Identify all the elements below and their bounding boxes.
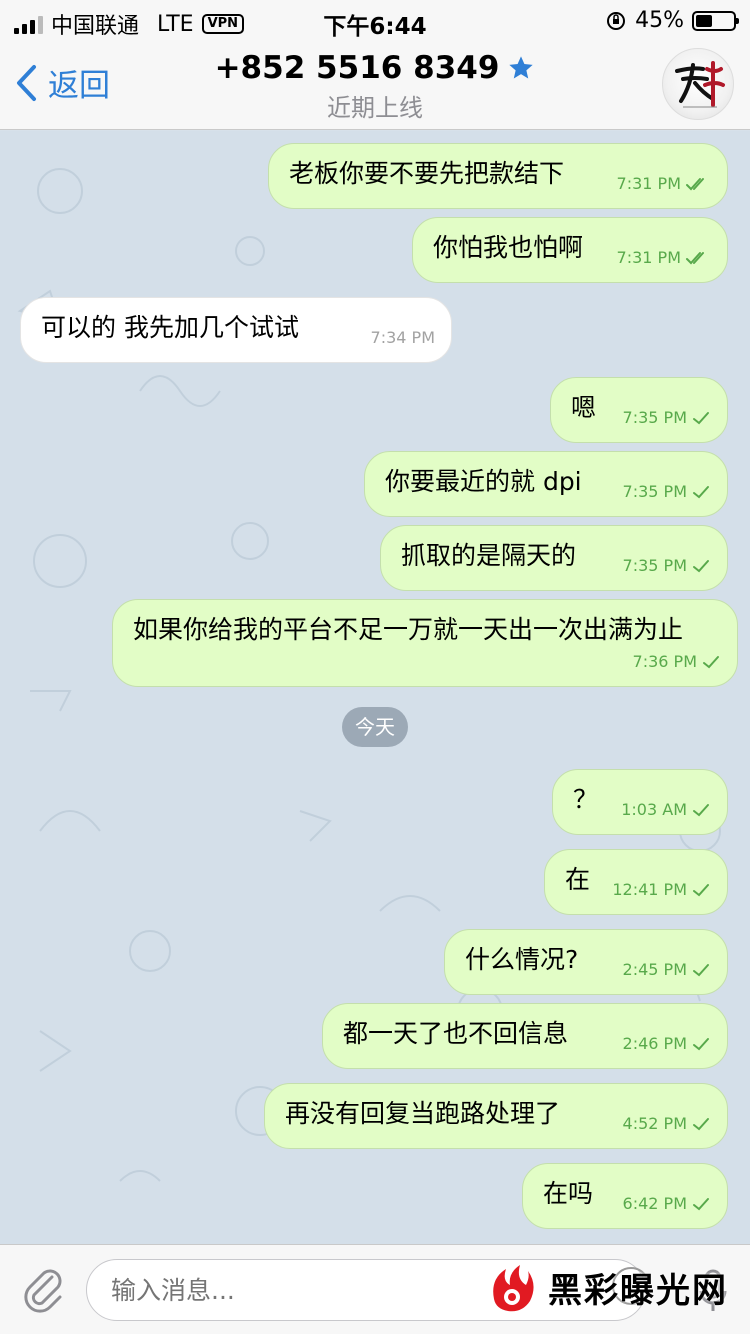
- message-text: 再没有回复当跑路处理了: [285, 1099, 561, 1128]
- message-meta: 4:52 PM: [623, 1108, 711, 1140]
- watermark-text: 黑彩曝光网: [548, 1270, 728, 1311]
- avatar[interactable]: [662, 48, 734, 120]
- outgoing-message[interactable]: 再没有回复当跑路处理了 4:52 PM: [264, 1083, 728, 1149]
- chat-area[interactable]: 老板你要不要先把款结下 7:31 PM 你怕我也怕啊 7:31 PM 可以的 我先加几个…: [0, 131, 750, 1244]
- message-meta: 2:46 PM: [623, 1028, 711, 1060]
- message-meta: 7:35 PM: [623, 402, 711, 434]
- message-text: ？: [573, 785, 599, 814]
- paperclip-icon[interactable]: [22, 1267, 66, 1313]
- outgoing-message[interactable]: 抓取的是隔天的 7:35 PM: [380, 525, 728, 591]
- check-icon: [693, 1198, 709, 1211]
- check-icon: [693, 804, 709, 817]
- watermark: 黑彩曝光网: [484, 1259, 728, 1315]
- outgoing-message[interactable]: 老板你要不要先把款结下 7:31 PM: [268, 143, 728, 209]
- message-time: 4:52 PM: [622, 1114, 687, 1133]
- message-text: 在: [565, 865, 591, 894]
- watermark-logo-icon: [493, 1265, 534, 1312]
- message-meta: 7:31 PM: [617, 242, 711, 274]
- message-time: 2:46 PM: [622, 1034, 687, 1053]
- outgoing-message[interactable]: 都一天了也不回信息 2:46 PM: [322, 1003, 728, 1069]
- message-time: 7:36 PM: [632, 652, 697, 671]
- message-meta: 7:36 PM: [633, 646, 721, 678]
- message-time: 7:34 PM: [370, 328, 435, 347]
- message-text: 什么情况?: [465, 945, 579, 974]
- message-meta: 6:42 PM: [623, 1188, 711, 1220]
- outgoing-message[interactable]: 你要最近的就 dpi 7:35 PM: [364, 451, 728, 517]
- check-icon: [693, 560, 709, 573]
- message-text: 你怕我也怕啊: [433, 233, 584, 262]
- outgoing-message[interactable]: 如果你给我的平台不足一万就一天出一次出满为止 7:36 PM: [112, 599, 738, 687]
- outgoing-message[interactable]: 什么情况? 2:45 PM: [444, 929, 728, 995]
- status-bar: 中国联通 LTE VPN 下午6:44 45%: [0, 0, 750, 40]
- nav-bar: 返回 +852 5516 8349 近期上线: [0, 40, 750, 130]
- incoming-message[interactable]: 可以的 我先加几个试试 7:34 PM: [20, 297, 452, 363]
- message-text: 老板你要不要先把款结下: [289, 159, 565, 188]
- message-meta: 1:03 AM: [621, 794, 711, 826]
- message-meta: 12:41 PM: [612, 874, 711, 906]
- message-meta: 7:34 PM: [371, 322, 435, 354]
- message-text: 你要最近的就 dpi: [385, 467, 582, 496]
- message-time: 7:31 PM: [616, 248, 681, 267]
- outgoing-message[interactable]: 在 12:41 PM: [544, 849, 728, 915]
- check-icon: [703, 656, 719, 669]
- message-text: 都一天了也不回信息: [343, 1019, 569, 1048]
- last-seen-status: 近期上线: [327, 94, 423, 122]
- battery-fill: [696, 14, 713, 27]
- double-check-icon: [686, 178, 704, 191]
- message-time: 12:41 PM: [612, 880, 687, 899]
- battery-percent: 45%: [635, 8, 684, 33]
- composer-bar: 黑彩曝光网: [0, 1244, 750, 1334]
- message-text: 抓取的是隔天的: [401, 541, 577, 570]
- chat-title: +852 5516 8349: [214, 50, 500, 86]
- message-text: 如果你给我的平台不足一万就一天出一次出满为止: [133, 615, 684, 644]
- message-time: 1:03 AM: [621, 800, 687, 819]
- avatar-logo-image: [675, 61, 725, 108]
- chat-header[interactable]: +852 5516 8349 近期上线: [0, 50, 750, 123]
- outgoing-message[interactable]: 在吗 6:42 PM: [522, 1163, 728, 1229]
- check-icon: [693, 412, 709, 425]
- double-check-icon: [686, 252, 704, 265]
- message-time: 7:35 PM: [622, 556, 687, 575]
- message-time: 2:45 PM: [622, 960, 687, 979]
- star-icon: [509, 56, 534, 79]
- message-meta: 7:31 PM: [617, 168, 711, 200]
- message-time: 7:35 PM: [622, 408, 687, 427]
- battery-icon: [692, 10, 739, 31]
- outgoing-message[interactable]: ？ 1:03 AM: [552, 769, 728, 835]
- message-text: 在吗: [543, 1179, 594, 1208]
- outgoing-message[interactable]: 你怕我也怕啊 7:31 PM: [412, 217, 728, 283]
- message-meta: 2:45 PM: [623, 954, 711, 986]
- message-meta: 7:35 PM: [623, 550, 711, 582]
- date-separator: 今天: [342, 707, 408, 747]
- message-text: 可以的 我先加几个试试: [41, 313, 299, 342]
- check-icon: [693, 884, 709, 897]
- check-icon: [693, 964, 709, 977]
- status-right: 45%: [605, 8, 739, 33]
- orientation-lock-icon: [607, 11, 626, 30]
- outgoing-message[interactable]: 嗯 7:35 PM: [550, 377, 728, 443]
- message-time: 6:42 PM: [622, 1194, 687, 1213]
- message-time: 7:31 PM: [616, 174, 681, 193]
- message-meta: 7:35 PM: [623, 476, 711, 508]
- check-icon: [693, 486, 709, 499]
- check-icon: [693, 1118, 709, 1131]
- message-time: 7:35 PM: [622, 482, 687, 501]
- check-icon: [693, 1038, 709, 1051]
- message-text: 嗯: [571, 393, 597, 422]
